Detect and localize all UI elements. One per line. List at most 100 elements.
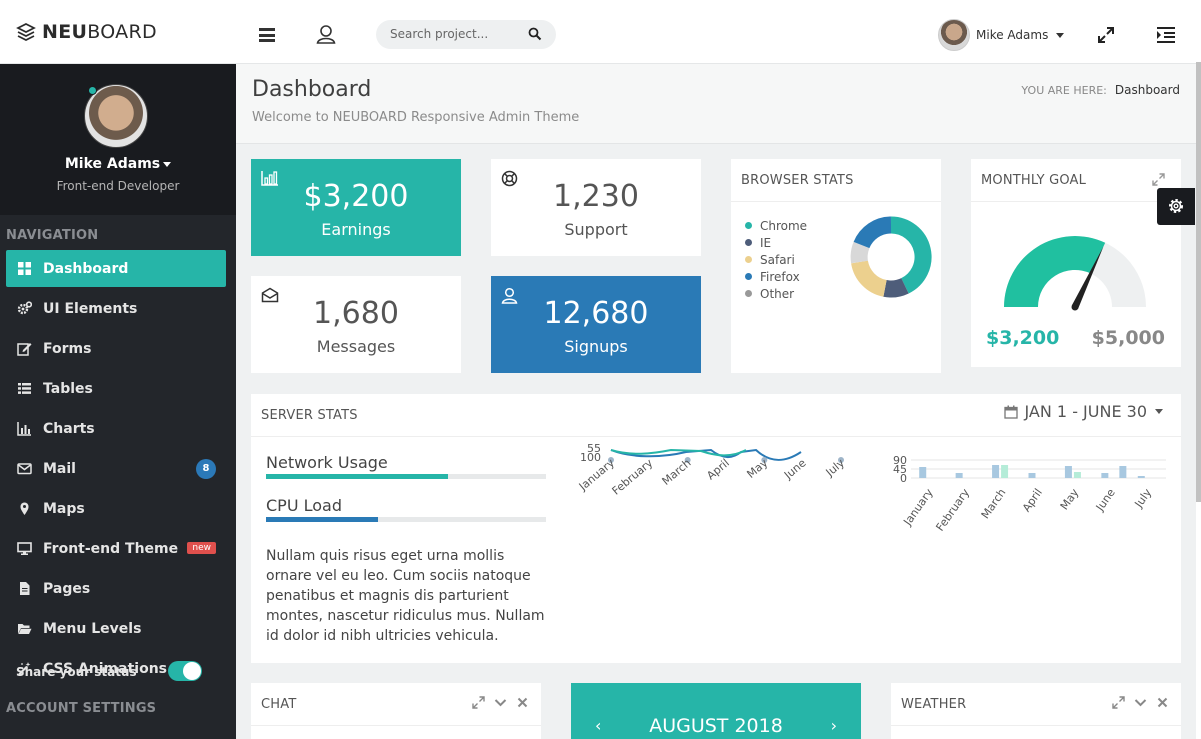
- sidebar-item-label: Pages: [43, 580, 91, 597]
- mail-count-badge: 8: [196, 459, 216, 479]
- bar: [919, 467, 927, 478]
- avatar: [938, 19, 970, 51]
- support-tile[interactable]: 1,230 Support: [491, 159, 701, 256]
- desktop-icon: [17, 542, 32, 555]
- menu-toggle-icon[interactable]: [259, 28, 275, 42]
- share-status-label: Share your status: [16, 665, 137, 679]
- bar: [1119, 466, 1127, 478]
- account-settings-heading: ACCOUNT SETTINGS: [6, 701, 157, 716]
- calendar-month-title: AUGUST 2018: [649, 715, 783, 737]
- sidebar-user-name[interactable]: Mike Adams: [0, 156, 236, 172]
- sidebar-item-menu-levels[interactable]: Menu Levels: [6, 610, 226, 647]
- panel-title: BROWSER STATS: [741, 173, 854, 188]
- sidebar-item-tables[interactable]: Tables: [6, 370, 226, 407]
- donut-slice-firefox: [853, 216, 892, 249]
- server-line-chart: 10055JanuaryFebruary March April May June Jul…: [576, 444, 847, 498]
- server-description: Nullam quis risus eget urna mollis ornar…: [266, 548, 545, 644]
- date-range-picker[interactable]: JAN 1 - JUNE 30: [1004, 402, 1163, 421]
- sidebar-item-label: Charts: [43, 420, 95, 437]
- panel-title: CHAT: [261, 697, 297, 712]
- caret-down-icon: [1056, 32, 1065, 38]
- calendar-panel: ‹ AUGUST 2018 ›: [571, 683, 861, 739]
- cpu-load-bar: [266, 517, 546, 522]
- signups-label: Signups: [564, 337, 628, 356]
- browser-donut-chart[interactable]: [849, 215, 933, 299]
- cogs-icon: [17, 301, 32, 315]
- sidebar-item-ui-elements[interactable]: UI Elements: [6, 290, 226, 327]
- page-title: Dashboard: [252, 77, 372, 102]
- user-icon[interactable]: [316, 24, 336, 44]
- legend-item[interactable]: Firefox: [745, 268, 807, 285]
- legend-item[interactable]: IE: [745, 234, 807, 251]
- expand-icon[interactable]: [1152, 173, 1165, 186]
- cpu-load-label: CPU Load: [266, 496, 342, 515]
- sidebar-item-mail[interactable]: Mail 8: [6, 450, 226, 487]
- search-box: [376, 20, 556, 49]
- sidebar-item-label: Maps: [43, 500, 85, 517]
- sidebar-item-label: Tables: [43, 380, 93, 397]
- donut-slice-other: [850, 241, 870, 264]
- sidebar-item-forms[interactable]: Forms: [6, 330, 226, 367]
- indent-icon[interactable]: [1157, 27, 1175, 43]
- chevron-down-icon[interactable]: [494, 696, 507, 709]
- breadcrumb-current[interactable]: Dashboard: [1115, 83, 1180, 97]
- panel-controls: [472, 696, 529, 709]
- legend-item[interactable]: Safari: [745, 251, 807, 268]
- signups-tile[interactable]: 12,680 Signups: [491, 276, 701, 373]
- chevron-down-icon[interactable]: [1134, 696, 1147, 709]
- network-usage-label: Network Usage: [266, 453, 388, 472]
- chat-panel: CHAT: [251, 683, 541, 739]
- earnings-label: Earnings: [321, 220, 391, 239]
- weather-panel: WEATHER: [891, 683, 1181, 739]
- top-bar: NEUBOARD Mike Adams: [0, 0, 1201, 64]
- bar-chart-icon: [17, 422, 31, 436]
- search-input[interactable]: [390, 27, 520, 41]
- bar-y-tick-label: 0: [900, 472, 907, 485]
- close-icon[interactable]: [516, 696, 529, 709]
- layers-icon: [16, 23, 36, 41]
- messages-tile[interactable]: 1,680 Messages: [251, 276, 461, 373]
- panel-controls: [1112, 696, 1169, 709]
- donut-slice-ie: [883, 277, 909, 298]
- fullscreen-icon[interactable]: [1098, 27, 1114, 43]
- legend-item[interactable]: Chrome: [745, 217, 807, 234]
- goal-current-value: $3,200: [986, 327, 1060, 349]
- sidebar-item-front-end-theme[interactable]: Front-end Theme new: [6, 530, 226, 567]
- close-icon[interactable]: [1156, 696, 1169, 709]
- brand-logo[interactable]: NEU BOARD: [16, 21, 157, 43]
- expand-icon[interactable]: [1112, 696, 1125, 709]
- bar: [992, 465, 1000, 478]
- goal-target-value: $5,000: [1091, 327, 1165, 349]
- bar: [1101, 473, 1109, 478]
- new-badge: new: [187, 542, 216, 554]
- calendar-next-button[interactable]: ›: [831, 716, 837, 735]
- page-scrollbar[interactable]: [1196, 0, 1201, 739]
- legend-item[interactable]: Other: [745, 285, 807, 302]
- network-usage-bar: [266, 474, 546, 479]
- earnings-tile[interactable]: $3,200 Earnings: [251, 159, 461, 256]
- sidebar-item-maps[interactable]: Maps: [6, 490, 226, 527]
- user-name: Mike Adams: [976, 28, 1049, 42]
- user-menu[interactable]: Mike Adams: [938, 19, 1065, 51]
- sidebar-item-label: Menu Levels: [43, 620, 142, 637]
- expand-icon[interactable]: [472, 696, 485, 709]
- bar: [955, 473, 963, 478]
- earnings-value: $3,200: [303, 179, 409, 214]
- sidebar-profile: Mike Adams Front-end Developer: [0, 64, 236, 215]
- search-icon[interactable]: [528, 27, 542, 41]
- settings-gear-button[interactable]: [1157, 188, 1195, 225]
- date-range-text: JAN 1 - JUNE 30: [1024, 402, 1147, 421]
- share-status-toggle[interactable]: [168, 661, 202, 681]
- bar-x-tick-label: July: [1132, 486, 1155, 511]
- line-x-tick-label: April: [704, 456, 732, 482]
- bar-x-tick-label: April: [1020, 486, 1045, 514]
- support-value: 1,230: [553, 179, 639, 214]
- edit-icon: [17, 343, 32, 356]
- sidebar-item-charts[interactable]: Charts: [6, 410, 226, 447]
- signups-value: 12,680: [543, 296, 649, 331]
- browser-stats-panel: BROWSER STATS Chrome IE Safari Firefox O…: [731, 159, 941, 373]
- sidebar-item-dashboard[interactable]: Dashboard: [6, 250, 226, 287]
- sidebar-item-pages[interactable]: Pages: [6, 570, 226, 607]
- gear-icon: [1169, 199, 1183, 213]
- breadcrumb-label: YOU ARE HERE:: [1021, 84, 1107, 97]
